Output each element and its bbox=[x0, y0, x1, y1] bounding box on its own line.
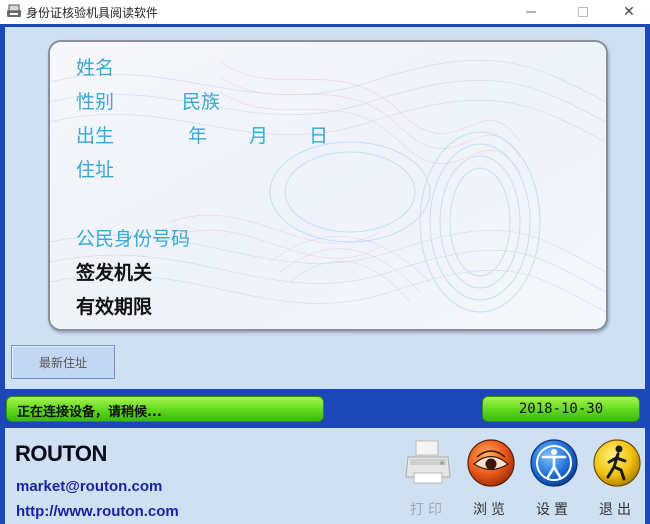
connection-status: 正在连接设备，请稍候... bbox=[6, 396, 324, 422]
id-number-label: 公民身份号码 bbox=[76, 228, 191, 250]
month-label: 月 bbox=[249, 125, 269, 147]
date-value: 2018-10-30 bbox=[518, 401, 604, 417]
print-button[interactable]: 打印 bbox=[400, 437, 456, 523]
update-address-button[interactable]: 最新住址 bbox=[11, 345, 115, 379]
browse-label: 浏览 bbox=[473, 502, 509, 518]
gender-label: 性别 bbox=[76, 91, 115, 113]
maximize-icon bbox=[578, 7, 588, 17]
close-button[interactable]: ✕ bbox=[606, 0, 650, 24]
address-label: 住址 bbox=[76, 159, 115, 181]
minimize-button[interactable] bbox=[508, 0, 554, 24]
birth-label: 出生 bbox=[76, 125, 115, 147]
website-link[interactable]: http://www.routon.com bbox=[16, 503, 179, 520]
printer-icon bbox=[405, 440, 451, 484]
app-window: 身份证核验机具阅读软件 ✕ 姓名 性别 民族 出生 年 月 日 住址 公民身份号… bbox=[0, 0, 650, 524]
email-link[interactable]: market@routon.com bbox=[16, 478, 162, 495]
day-label: 日 bbox=[309, 125, 329, 147]
routon-logo: ROUTON bbox=[15, 441, 107, 467]
close-icon: ✕ bbox=[623, 4, 635, 20]
logo-text: ROUTON bbox=[15, 441, 107, 466]
date-display: 2018-10-30 bbox=[482, 396, 640, 422]
validity-label: 有效期限 bbox=[76, 296, 153, 318]
app-icon bbox=[7, 4, 21, 17]
accessibility-icon bbox=[530, 439, 578, 487]
exit-label: 退出 bbox=[599, 502, 635, 518]
window-title: 身份证核验机具阅读软件 bbox=[26, 6, 159, 20]
settings-button[interactable]: 设置 bbox=[526, 437, 582, 523]
print-label: 打印 bbox=[410, 502, 446, 518]
id-card-panel: 姓名 性别 民族 出生 年 月 日 住址 公民身份号码 签发机关 有效期限 bbox=[48, 40, 608, 331]
exit-button[interactable]: 退出 bbox=[589, 437, 645, 523]
title-bar[interactable]: 身份证核验机具阅读软件 ✕ bbox=[0, 0, 650, 24]
minimize-icon bbox=[526, 11, 536, 13]
eye-icon bbox=[467, 439, 515, 487]
card-watermark bbox=[50, 42, 606, 329]
ethnicity-label: 民族 bbox=[182, 91, 221, 113]
exit-person-icon bbox=[593, 439, 641, 487]
year-label: 年 bbox=[188, 125, 208, 147]
name-label: 姓名 bbox=[76, 57, 115, 79]
settings-label: 设置 bbox=[536, 502, 572, 518]
issuer-label: 签发机关 bbox=[76, 262, 153, 284]
maximize-button[interactable] bbox=[560, 0, 606, 24]
status-message: 正在连接设备，请稍候... bbox=[17, 405, 162, 420]
browse-button[interactable]: 浏览 bbox=[463, 437, 519, 523]
